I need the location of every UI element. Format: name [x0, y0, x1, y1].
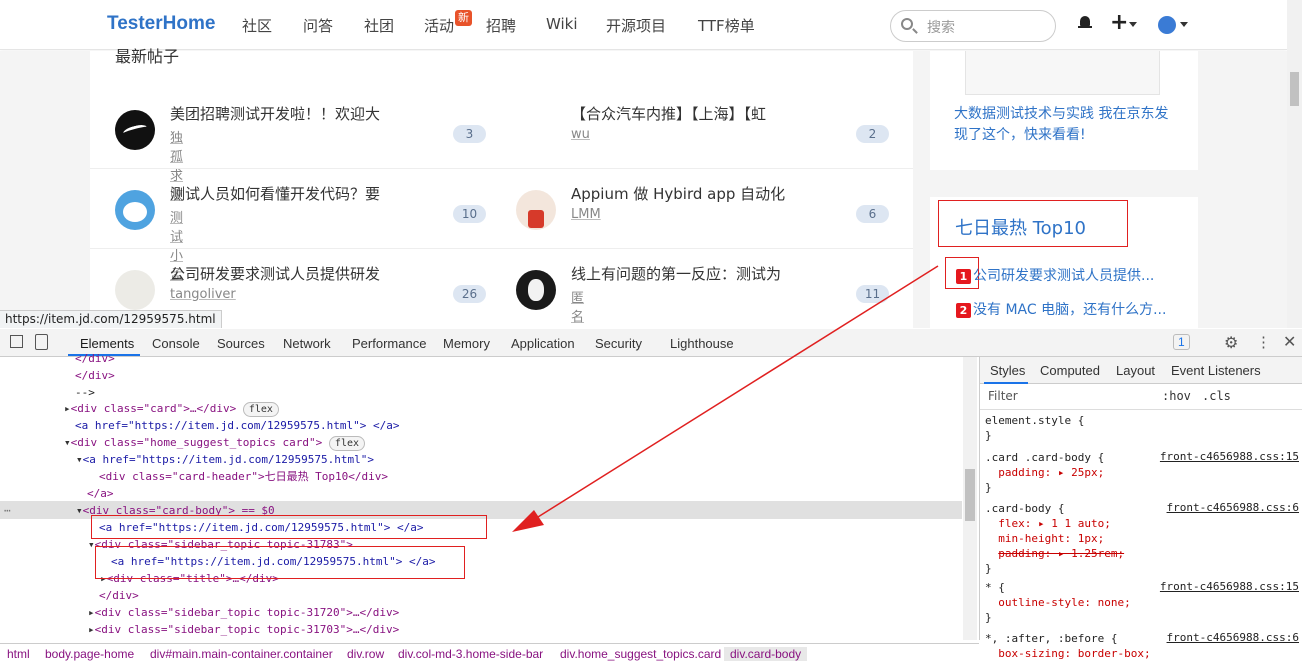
annotation-arrow	[512, 265, 939, 532]
